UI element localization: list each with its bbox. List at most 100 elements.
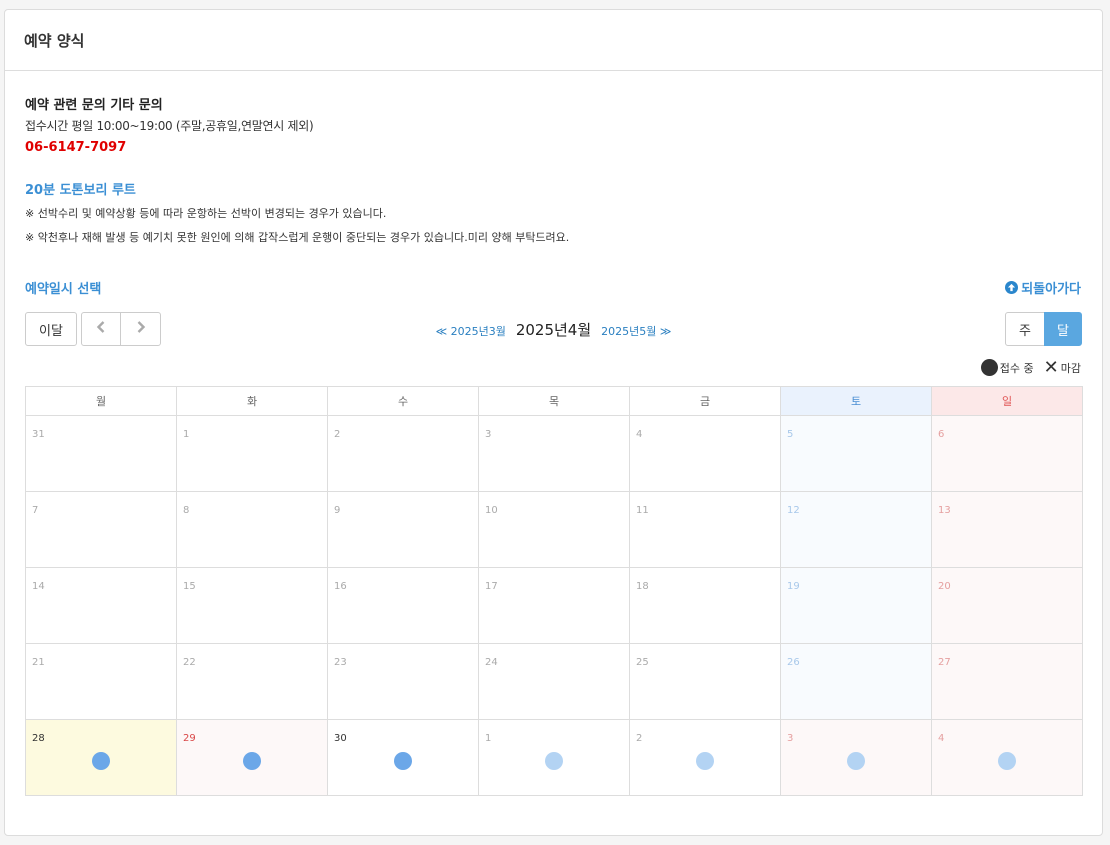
day-number: 19: [787, 581, 800, 592]
calendar-cell: 31: [25, 415, 177, 492]
weekday-header: 월: [25, 386, 177, 416]
available-dot[interactable]: [243, 752, 261, 770]
current-month: 2025년4월: [515, 321, 592, 339]
day-number: 31: [32, 429, 45, 440]
calendar-cell: 16: [327, 567, 479, 644]
calendar-cell: 26: [780, 643, 932, 720]
calendar-cell: 13: [931, 491, 1083, 568]
available-dot[interactable]: [696, 752, 714, 770]
day-number: 23: [334, 657, 347, 668]
day-number: 3: [485, 429, 492, 440]
calendar-cell: 22: [176, 643, 328, 720]
day-number: 22: [183, 657, 196, 668]
datetime-select-title: 예약일시 선택: [25, 282, 102, 297]
available-dot[interactable]: [545, 752, 563, 770]
phone-number: 06-6147-7097: [25, 140, 127, 155]
available-dot[interactable]: [394, 752, 412, 770]
calendar-cell: 15: [176, 567, 328, 644]
week-view-button[interactable]: 주: [1005, 312, 1045, 346]
day-number: 2: [636, 733, 643, 744]
calendar-cell: 8: [176, 491, 328, 568]
weekday-header: 토: [780, 386, 932, 416]
day-number: 26: [787, 657, 800, 668]
calendar-cell: 11: [629, 491, 781, 568]
open-dot-icon: [980, 359, 998, 376]
calendar-cell[interactable]: 4: [931, 719, 1083, 796]
day-number: 16: [334, 581, 347, 592]
calendar-cell: 19: [780, 567, 932, 644]
day-number: 9: [334, 505, 341, 516]
available-dot[interactable]: [998, 752, 1016, 770]
day-number: 10: [485, 505, 498, 516]
day-number: 1: [485, 733, 492, 744]
day-number: 30: [334, 733, 347, 744]
inquiry-heading: 예약 관련 문의 기타 문의: [25, 98, 163, 113]
reception-hours: 접수시간 평일 10:00~19:00 (주말,공휴일,연말연시 제외): [25, 119, 314, 133]
day-number: 2: [334, 429, 341, 440]
calendar-cell[interactable]: 30: [327, 719, 479, 796]
day-number: 4: [636, 429, 643, 440]
route-note: ※ 악천후나 재해 발생 등 예기치 못한 원인에 의해 갑작스럽게 운행이 중…: [25, 231, 570, 244]
day-number: 15: [183, 581, 196, 592]
day-number: 28: [32, 733, 45, 744]
calendar-cell: 23: [327, 643, 479, 720]
calendar-cell: 4: [629, 415, 781, 492]
available-dot[interactable]: [92, 752, 110, 770]
calendar-cell: 2: [327, 415, 479, 492]
day-number: 17: [485, 581, 498, 592]
calendar-cell: 9: [327, 491, 479, 568]
calendar-cell[interactable]: 2: [629, 719, 781, 796]
month-view-button[interactable]: 달: [1044, 312, 1082, 346]
day-number: 25: [636, 657, 649, 668]
day-number: 27: [938, 657, 951, 668]
day-number: 18: [636, 581, 649, 592]
day-number: 29: [183, 733, 196, 744]
calendar-cell: 21: [25, 643, 177, 720]
reservation-panel: 예약 양식 예약 관련 문의 기타 문의 접수시간 평일 10:00~19:00…: [4, 9, 1103, 836]
calendar-cell: 7: [25, 491, 177, 568]
calendar-cell: 5: [780, 415, 932, 492]
calendar-cell: 17: [478, 567, 630, 644]
day-number: 12: [787, 505, 800, 516]
day-number: 8: [183, 505, 190, 516]
day-number: 5: [787, 429, 794, 440]
legend-open-label: 접수 중: [999, 361, 1034, 375]
day-number: 21: [32, 657, 45, 668]
day-number: 3: [787, 733, 794, 744]
day-number: 6: [938, 429, 945, 440]
back-link[interactable]: 되돌아가다: [1005, 278, 1081, 297]
page-title: 예약 양식: [24, 32, 85, 50]
day-number: 13: [938, 505, 951, 516]
calendar-cell: 18: [629, 567, 781, 644]
calendar-grid: 월 화 수 목 금 토 일 31 1 2 3 4 5 6 7 8 9 10 11…: [25, 386, 1083, 796]
calendar-cell: 6: [931, 415, 1083, 492]
calendar-cell: 24: [478, 643, 630, 720]
back-link-label: 되돌아가다: [1021, 282, 1081, 297]
available-dot[interactable]: [847, 752, 865, 770]
calendar-cell[interactable]: 3: [780, 719, 932, 796]
calendar-cell-today[interactable]: 28: [25, 719, 177, 796]
weekday-header: 금: [629, 386, 781, 416]
route-note: ※ 선박수리 및 예약상황 등에 따라 운항하는 선박이 변경되는 경우가 있습…: [25, 207, 387, 220]
calendar-cell: 20: [931, 567, 1083, 644]
arrow-up-circle-icon: [1005, 281, 1019, 294]
weekday-header: 일: [931, 386, 1083, 416]
weekday-header: 목: [478, 386, 630, 416]
next-month-link[interactable]: 2025년5월 ≫: [601, 323, 671, 339]
day-number: 20: [938, 581, 951, 592]
legend-closed-label: 마감: [1060, 361, 1081, 375]
day-number: 11: [636, 505, 649, 516]
calendar-cell[interactable]: 29: [176, 719, 328, 796]
month-navigation: ≪ 2025년3월 2025년4월 2025년5월 ≫: [5, 319, 1102, 340]
calendar-cell[interactable]: 1: [478, 719, 630, 796]
weekday-header: 수: [327, 386, 479, 416]
day-number: 14: [32, 581, 45, 592]
calendar-cell: 27: [931, 643, 1083, 720]
prev-month-link[interactable]: ≪ 2025년3월: [436, 323, 506, 339]
day-number: 4: [938, 733, 945, 744]
calendar-cell: 10: [478, 491, 630, 568]
calendar-cell: 14: [25, 567, 177, 644]
calendar-cell: 12: [780, 491, 932, 568]
legend: 접수 중 ✕ 마감: [980, 358, 1081, 376]
calendar-cell: 3: [478, 415, 630, 492]
